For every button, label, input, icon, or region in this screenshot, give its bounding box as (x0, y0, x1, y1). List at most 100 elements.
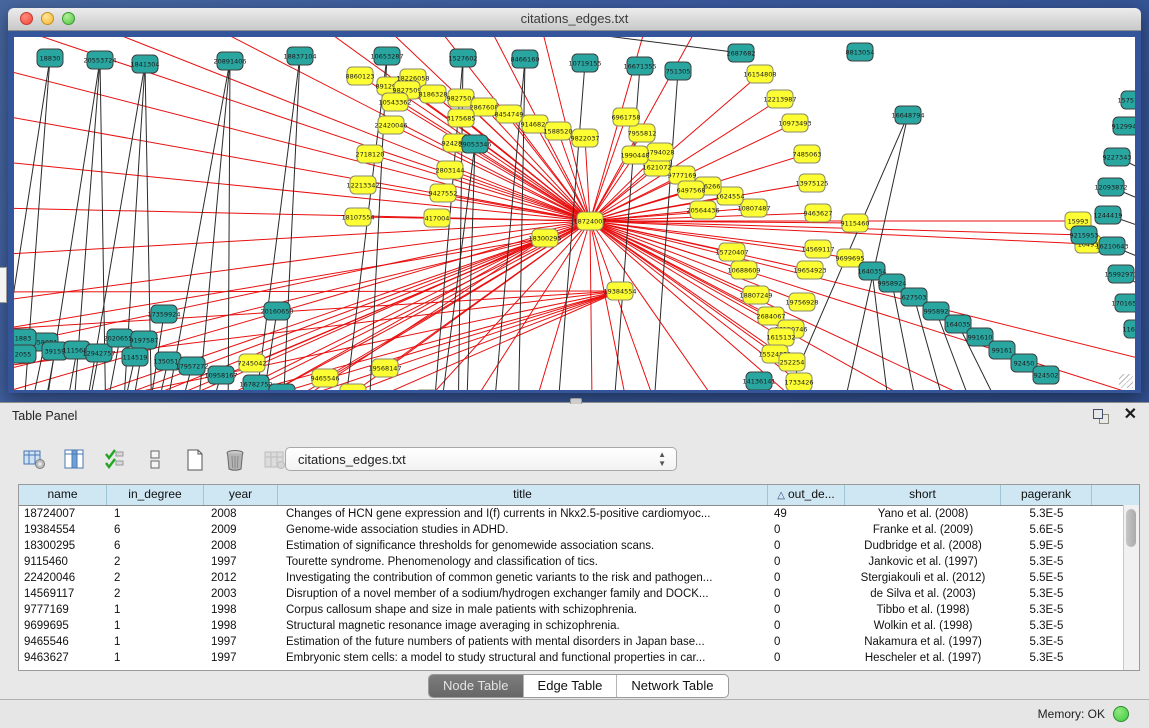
table-cell[interactable]: Changes of HCN gene expression and I(f) … (278, 506, 768, 522)
graph-node[interactable]: 29053346 (458, 135, 491, 153)
table-cell[interactable]: 1 (107, 506, 204, 522)
citation-edge-red[interactable] (590, 221, 1135, 390)
graph-node[interactable]: 22420046 (374, 116, 407, 134)
table-cell[interactable]: de Silva et al. (2003) (845, 586, 1001, 602)
tab-network-table[interactable]: Network Table (617, 675, 727, 697)
table-row[interactable]: 1872400712008Changes of HCN gene express… (19, 506, 1139, 522)
table-cell[interactable]: Estimation of significance thresholds fo… (278, 538, 768, 554)
graph-node[interactable]: 9463627 (804, 204, 833, 222)
table-row[interactable]: 977716911998Corpus callosum shape and si… (19, 602, 1139, 618)
table-cell[interactable]: 1998 (204, 602, 278, 618)
table-cell[interactable]: Corpus callosum shape and size in male p… (278, 602, 768, 618)
table-cell[interactable]: Embryonic stem cells: a model to study s… (278, 650, 768, 666)
table-cell[interactable]: 22420046 (19, 570, 107, 586)
graph-node[interactable]: 16210643 (1095, 237, 1128, 255)
table-cell[interactable]: 0 (768, 586, 845, 602)
table-cell[interactable]: 5.6E-5 (1001, 522, 1092, 538)
scrollbar-thumb[interactable] (1126, 509, 1136, 547)
table-cell[interactable]: 9699695 (19, 618, 107, 634)
citation-edge-black[interactable] (252, 56, 300, 390)
graph-node[interactable]: 18837104 (283, 47, 316, 65)
table-cell[interactable]: 14569117 (19, 586, 107, 602)
table-cell[interactable]: 19384554 (19, 522, 107, 538)
table-cell[interactable]: 0 (768, 538, 845, 554)
window-resize-grip[interactable] (1119, 374, 1133, 388)
graph-node[interactable]: 9197587 (130, 331, 159, 349)
table-cell[interactable]: 1998 (204, 618, 278, 634)
graph-node[interactable]: 10719155 (568, 54, 601, 72)
table-cell[interactable]: Estimation of the future numbers of pati… (278, 634, 768, 650)
citation-edge-red[interactable] (14, 207, 590, 221)
graph-node[interactable]: 6794028 (646, 143, 675, 161)
table-cell[interactable]: 5.3E-5 (1001, 554, 1092, 570)
graph-node[interactable]: 164035 (945, 315, 971, 333)
graph-node[interactable]: 18300295 (528, 229, 561, 247)
table-cell[interactable]: 5.9E-5 (1001, 538, 1092, 554)
citation-edge-black[interactable] (162, 61, 230, 390)
graph-node[interactable]: 417004 (424, 209, 450, 227)
graph-node[interactable]: 18724007 (573, 212, 606, 230)
graph-node[interactable]: 1841304 (131, 55, 160, 73)
table-cell[interactable]: Investigating the contribution of common… (278, 570, 768, 586)
network-window-titlebar[interactable]: citations_edges.txt (8, 8, 1141, 31)
graph-node[interactable]: 2055 (14, 345, 36, 363)
table-cell[interactable]: Nakamura et al. (1997) (845, 634, 1001, 650)
table-cell[interactable]: 2 (107, 570, 204, 586)
graph-node[interactable]: 1615132 (767, 328, 796, 346)
column-header-short[interactable]: short (845, 485, 1001, 505)
graph-node[interactable]: 18807249 (739, 286, 772, 304)
table-row[interactable]: 1938455462009Genome-wide association stu… (19, 522, 1139, 538)
table-cell[interactable]: Franke et al. (2009) (845, 522, 1001, 538)
graph-node[interactable]: 9215953 (1070, 226, 1099, 244)
table-cell[interactable]: 1 (107, 634, 204, 650)
graph-node[interactable]: 16648794 (891, 106, 924, 124)
graph-node[interactable]: 1990448 (621, 146, 650, 164)
network-svg[interactable]: 8860123891295418226058982750981863281054… (14, 37, 1135, 390)
column-header-title[interactable]: title (278, 485, 768, 505)
graph-node[interactable]: 1527602 (449, 49, 478, 67)
table-cell[interactable]: 1997 (204, 634, 278, 650)
new-table-icon[interactable] (182, 448, 208, 472)
graph-node[interactable]: 6961758 (612, 108, 641, 126)
table-cell[interactable]: Wolkin et al. (1998) (845, 618, 1001, 634)
table-row[interactable]: 946554611997Estimation of the future num… (19, 634, 1139, 650)
graph-node[interactable]: 20160650 (260, 302, 293, 320)
table-cell[interactable]: 5.3E-5 (1001, 618, 1092, 634)
table-cell[interactable]: Tibbo et al. (1998) (845, 602, 1001, 618)
table-row[interactable]: 1456911722003Disruption of a novel membe… (19, 586, 1139, 602)
close-panel-icon[interactable]: ✕ (1124, 406, 1137, 424)
citation-edge-red[interactable] (14, 221, 590, 357)
graph-node[interactable]: 10653287 (370, 47, 403, 65)
table-cell[interactable]: 2008 (204, 506, 278, 522)
table-cell[interactable]: 18300295 (19, 538, 107, 554)
table-cell[interactable]: 5.5E-5 (1001, 570, 1092, 586)
table-cell[interactable]: 1997 (204, 650, 278, 666)
table-cell[interactable]: 0 (768, 602, 845, 618)
graph-node[interactable]: 7485063 (793, 145, 822, 163)
graph-node[interactable]: 9822037 (571, 129, 600, 147)
graph-node[interactable]: 20891406 (213, 52, 246, 70)
graph-node[interactable]: 13975125 (795, 174, 828, 192)
graph-node[interactable]: 15992971 (1104, 265, 1135, 283)
graph-node[interactable]: 14569117 (801, 240, 834, 258)
graph-node[interactable]: 19568147 (368, 359, 401, 377)
float-panel-icon[interactable] (1093, 409, 1109, 423)
table-cell[interactable]: 0 (768, 618, 845, 634)
table-cell[interactable]: 0 (768, 650, 845, 666)
graph-node[interactable]: 17016504 (1111, 294, 1135, 312)
table-cell[interactable]: Structural magnetic resonance image aver… (278, 618, 768, 634)
graph-node[interactable]: 20564436 (686, 201, 719, 219)
citation-edge-red[interactable] (590, 221, 718, 390)
citation-edge-black[interactable] (567, 37, 741, 53)
graph-node[interactable]: 9427552 (429, 184, 458, 202)
table-cell[interactable]: 5.3E-5 (1001, 650, 1092, 666)
tab-node-table[interactable]: Node Table (429, 675, 524, 697)
table-row[interactable]: 911546021997Tourette syndrome. Phenomeno… (19, 554, 1139, 570)
table-cell[interactable]: Yano et al. (2008) (845, 506, 1001, 522)
table-cell[interactable]: 9777169 (19, 602, 107, 618)
graph-node[interactable]: 8186328 (419, 85, 448, 103)
graph-node[interactable]: 16154808 (743, 65, 776, 83)
graph-node[interactable]: 1733426 (785, 373, 814, 390)
table-cell[interactable]: 2012 (204, 570, 278, 586)
graph-node[interactable]: 9227343 (1103, 148, 1132, 166)
